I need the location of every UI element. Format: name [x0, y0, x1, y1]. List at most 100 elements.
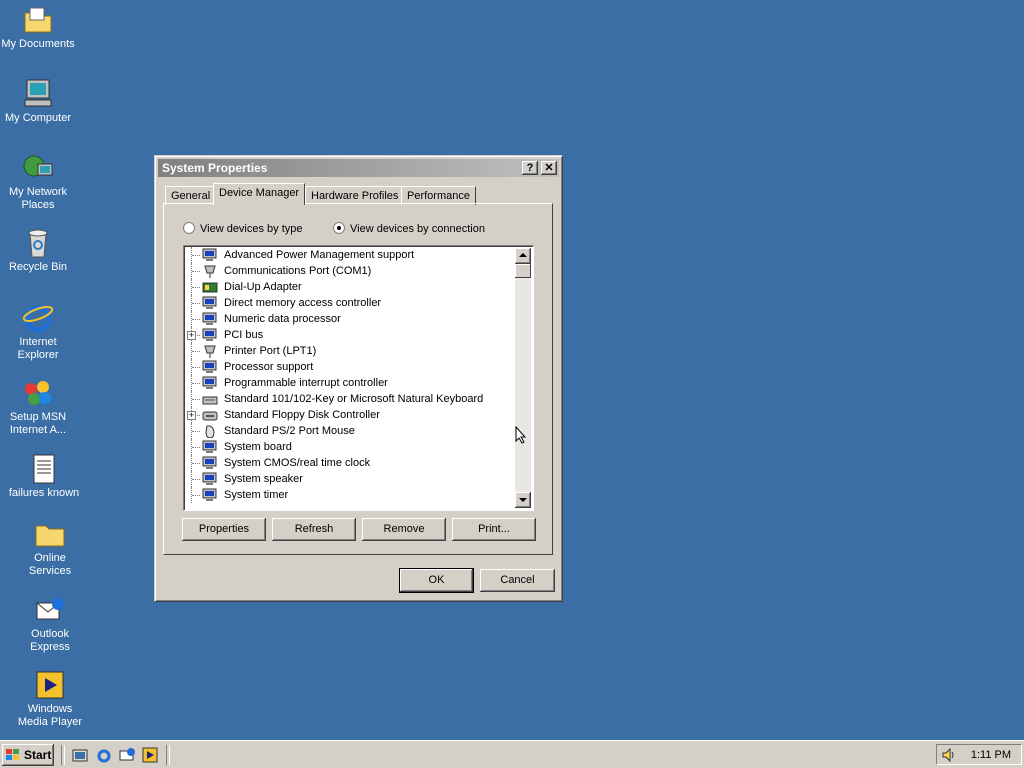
- device-row[interactable]: Printer Port (LPT1): [184, 343, 514, 359]
- outlook-express-icon[interactable]: [119, 747, 135, 763]
- tree-line: [192, 351, 200, 352]
- desktop-icon-label: Setup MSN Internet A...: [9, 411, 67, 436]
- device-row[interactable]: + Standard Floppy Disk Controller: [184, 407, 514, 423]
- computer-device-icon: [202, 328, 218, 342]
- computer-device-icon: [202, 248, 218, 262]
- desktop-icon-label: failures known: [8, 487, 80, 499]
- radio-button[interactable]: [183, 222, 195, 234]
- radio-label: View devices by type: [200, 223, 303, 235]
- network-adapter-icon: [202, 280, 218, 294]
- desktop-icon-online-services[interactable]: Online Services: [12, 518, 88, 578]
- internet-explorer-icon[interactable]: [96, 747, 112, 763]
- folder-documents-icon: [22, 4, 54, 36]
- desktop-icon-failures-known[interactable]: failures known: [6, 453, 82, 500]
- close-button[interactable]: ✕: [541, 161, 557, 175]
- outlook-express-icon: [34, 594, 66, 626]
- device-tree[interactable]: Advanced Power Management support Communi…: [183, 245, 534, 511]
- radio-button[interactable]: [333, 222, 345, 234]
- refresh-button[interactable]: Refresh: [272, 518, 356, 541]
- device-row[interactable]: System CMOS/real time clock: [184, 455, 514, 471]
- desktop-icon-label: Windows Media Player: [17, 703, 83, 728]
- device-row[interactable]: Standard PS/2 Port Mouse: [184, 423, 514, 439]
- desktop-icon-my-network-places[interactable]: My Network Places: [0, 152, 76, 212]
- computer-device-icon: [202, 376, 218, 390]
- device-label: System board: [224, 441, 292, 453]
- computer-device-icon: [202, 472, 218, 486]
- device-row[interactable]: System timer: [184, 487, 514, 503]
- vertical-scrollbar[interactable]: [515, 248, 531, 508]
- device-label: Standard Floppy Disk Controller: [224, 409, 380, 421]
- radio-view-by-type[interactable]: View devices by type: [183, 222, 303, 235]
- remove-button[interactable]: Remove: [362, 518, 446, 541]
- computer-device-icon: [202, 312, 218, 326]
- device-label: System CMOS/real time clock: [224, 457, 371, 469]
- desktop-icon-my-documents[interactable]: My Documents: [0, 4, 76, 51]
- desktop-icon-windows-media-player[interactable]: Windows Media Player: [12, 669, 88, 729]
- expand-icon[interactable]: +: [187, 331, 196, 340]
- clock[interactable]: 1:11 PM: [971, 749, 1011, 761]
- desktop-icon-setup-msn[interactable]: Setup MSN Internet A...: [0, 377, 76, 437]
- mouse-cursor-icon: [515, 426, 527, 444]
- device-row[interactable]: Numeric data processor: [184, 311, 514, 327]
- show-desktop-icon[interactable]: [72, 747, 88, 763]
- media-player-icon[interactable]: [142, 747, 158, 763]
- tree-line: [192, 367, 200, 368]
- network-icon: [22, 152, 54, 184]
- device-row[interactable]: Communications Port (COM1): [184, 263, 514, 279]
- device-row[interactable]: Advanced Power Management support: [184, 247, 514, 263]
- window-title: System Properties: [162, 161, 268, 175]
- quick-launch-separator: [61, 745, 65, 765]
- device-row[interactable]: Direct memory access controller: [184, 295, 514, 311]
- volume-icon[interactable]: [941, 747, 957, 763]
- help-button[interactable]: ?: [522, 161, 538, 175]
- ok-button[interactable]: OK: [399, 568, 474, 593]
- text-document-icon: [28, 453, 60, 485]
- device-row[interactable]: Dial-Up Adapter: [184, 279, 514, 295]
- desktop-icon-label: Recycle Bin: [8, 261, 68, 273]
- mouse-icon: [202, 424, 218, 439]
- tree-line: [192, 303, 200, 304]
- tree-line: [192, 447, 200, 448]
- tree-line: [192, 463, 200, 464]
- port-icon: [202, 264, 218, 278]
- device-row[interactable]: System speaker: [184, 471, 514, 487]
- computer-device-icon: [202, 440, 218, 454]
- port-icon: [202, 344, 218, 358]
- taskbar: Start 1:11 PM: [0, 740, 1024, 768]
- tree-line: [192, 271, 200, 272]
- device-label: Standard 101/102-Key or Microsoft Natura…: [224, 393, 484, 405]
- print-button[interactable]: Print...: [452, 518, 536, 541]
- computer-icon: [22, 78, 54, 110]
- scroll-down-button[interactable]: [515, 492, 531, 508]
- cancel-button[interactable]: Cancel: [480, 569, 555, 592]
- start-button[interactable]: Start: [2, 744, 54, 766]
- properties-button[interactable]: Properties: [182, 518, 266, 541]
- tab-device-manager[interactable]: Device Manager: [213, 183, 306, 205]
- msn-icon: [22, 377, 54, 409]
- desktop-icon-recycle-bin[interactable]: Recycle Bin: [0, 227, 76, 274]
- taskbar-separator: [166, 745, 170, 765]
- device-row[interactable]: Standard 101/102-Key or Microsoft Natura…: [184, 391, 514, 407]
- title-bar[interactable]: System Properties ? ✕: [158, 159, 559, 177]
- scroll-up-button[interactable]: [515, 248, 531, 264]
- device-row[interactable]: Processor support: [184, 359, 514, 375]
- expand-icon[interactable]: +: [187, 411, 196, 420]
- computer-device-icon: [202, 456, 218, 470]
- scroll-thumb[interactable]: [515, 264, 531, 278]
- desktop-icon-my-computer[interactable]: My Computer: [0, 78, 76, 125]
- recycle-bin-icon: [22, 227, 54, 259]
- device-label: System timer: [224, 489, 289, 501]
- device-row[interactable]: System board: [184, 439, 514, 455]
- device-row[interactable]: + PCI bus: [184, 327, 514, 343]
- desktop-icon-outlook-express[interactable]: Outlook Express: [12, 594, 88, 654]
- radio-view-by-connection[interactable]: View devices by connection: [333, 222, 485, 235]
- desktop-icon-internet-explorer[interactable]: Internet Explorer: [0, 302, 76, 362]
- desktop-icon-label: My Network Places: [8, 186, 68, 211]
- device-row[interactable]: Programmable interrupt controller: [184, 375, 514, 391]
- keyboard-icon: [202, 392, 218, 406]
- tree-line: [192, 383, 200, 384]
- computer-device-icon: [202, 488, 218, 502]
- desktop-icon-label: Internet Explorer: [17, 336, 59, 361]
- device-label: Communications Port (COM1): [224, 265, 372, 277]
- tree-line: [192, 287, 200, 288]
